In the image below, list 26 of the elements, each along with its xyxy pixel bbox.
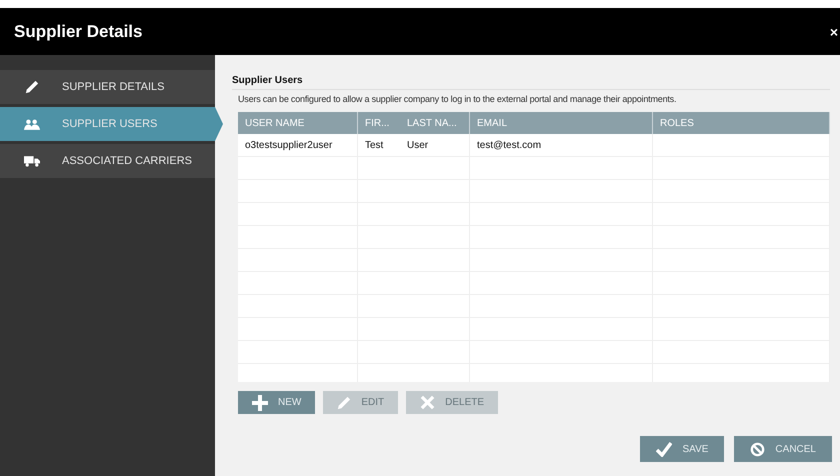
column-header[interactable]: LAST NA... <box>400 112 470 134</box>
table-cell: o3testsupplier2user <box>238 134 358 156</box>
section-title: Supplier Users <box>232 75 830 90</box>
table-cell-text: Test <box>364 138 384 152</box>
pencil-icon <box>24 80 40 94</box>
ban-icon <box>750 442 766 456</box>
close-icon <box>420 395 436 410</box>
column-header[interactable]: EMAIL <box>470 112 653 134</box>
plus-icon <box>252 394 268 410</box>
sidebar-item[interactable]: SUPPLIER DETAILS <box>0 70 215 104</box>
column-header[interactable]: FIR... <box>358 112 400 134</box>
close-button[interactable]: × <box>828 24 840 40</box>
sidebar-item[interactable]: ASSOCIATED CARRIERS <box>0 144 215 178</box>
footer-button[interactable]: CANCEL <box>734 436 832 462</box>
window-title: Supplier Details <box>14 22 142 42</box>
description-text: Users can be configured to allow a supplier company to log in to the external portal and manage their appointments. <box>238 94 678 104</box>
column-header[interactable]: ROLES <box>653 112 830 134</box>
table-cell: User <box>400 134 470 156</box>
pencil-icon <box>337 396 352 410</box>
footer-button[interactable]: SAVE <box>640 436 724 462</box>
table-cell: test@test.com <box>470 134 653 156</box>
check-icon <box>656 441 672 457</box>
users-icon <box>24 118 40 130</box>
column-header[interactable]: USER NAME <box>238 112 358 134</box>
action-button[interactable]: NEW <box>238 391 316 414</box>
truck-icon <box>24 155 40 167</box>
